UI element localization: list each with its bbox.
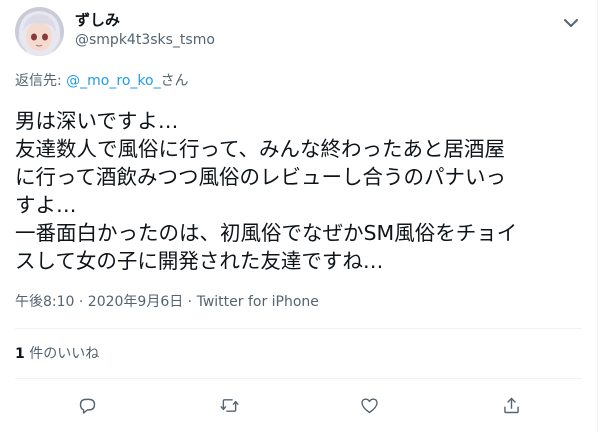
divider	[15, 378, 582, 379]
retweet-button[interactable]	[216, 392, 242, 418]
tweet-text-line: に行って酒飲みつつ風俗のレビューし合うのパナいっ	[15, 165, 506, 189]
source-link[interactable]: Twitter for iPhone	[197, 294, 319, 310]
reply-to-line: 返信先: @_mo_ro_ko_さん	[15, 71, 189, 91]
tweet-text-line: 友達数人で風俗に行って、みんな終わったあと居酒屋	[15, 137, 505, 161]
reply-mention-link[interactable]: @_mo_ro_ko_	[66, 73, 160, 89]
tweet-detail: ずしみ @smpk4t3sks_tsmo 返信先: @_mo_ro_ko_さん …	[0, 0, 598, 432]
user-handle[interactable]: @smpk4t3sks_tsmo	[75, 30, 215, 50]
reply-icon	[79, 398, 95, 414]
divider	[15, 328, 582, 329]
tweet-meta: 午後8:10 · 2020年9月6日 · Twitter for iPhone	[15, 292, 319, 312]
reply-button[interactable]	[74, 392, 100, 418]
share-icon	[503, 397, 519, 413]
retweet-icon	[219, 398, 239, 412]
like-button[interactable]	[356, 392, 382, 418]
heart-icon	[360, 398, 378, 413]
tweet-text-line: 一番面白かったのは、初風俗でなぜかSM風俗をチョイ	[15, 221, 518, 245]
like-count-number: 1	[15, 346, 25, 362]
avatar[interactable]	[15, 7, 64, 56]
tweet-text: 男は深いですよ… 友達数人で風俗に行って、みんな終わったあと居酒屋 に行って酒飲…	[15, 107, 585, 275]
action-bar	[0, 388, 598, 422]
more-options-button[interactable]	[563, 14, 579, 27]
reply-prefix: 返信先:	[15, 73, 62, 89]
meta-separator: ·	[183, 294, 197, 310]
chevron-down-icon	[564, 19, 578, 27]
like-count-label: 件のいいね	[29, 346, 100, 362]
tweet-text-line: 男は深いですよ…	[15, 109, 179, 133]
display-name[interactable]: ずしみ	[75, 10, 120, 30]
tweet-text-line: すよ…	[15, 193, 77, 217]
share-button[interactable]	[498, 392, 524, 418]
tweet-text-line: スして女の子に開発された友達ですね…	[15, 249, 384, 273]
timestamp-link[interactable]: 午後8:10 · 2020年9月6日	[15, 294, 183, 310]
likes-count[interactable]: 1 件のいいね	[15, 344, 99, 364]
reply-suffix: さん	[160, 73, 189, 89]
